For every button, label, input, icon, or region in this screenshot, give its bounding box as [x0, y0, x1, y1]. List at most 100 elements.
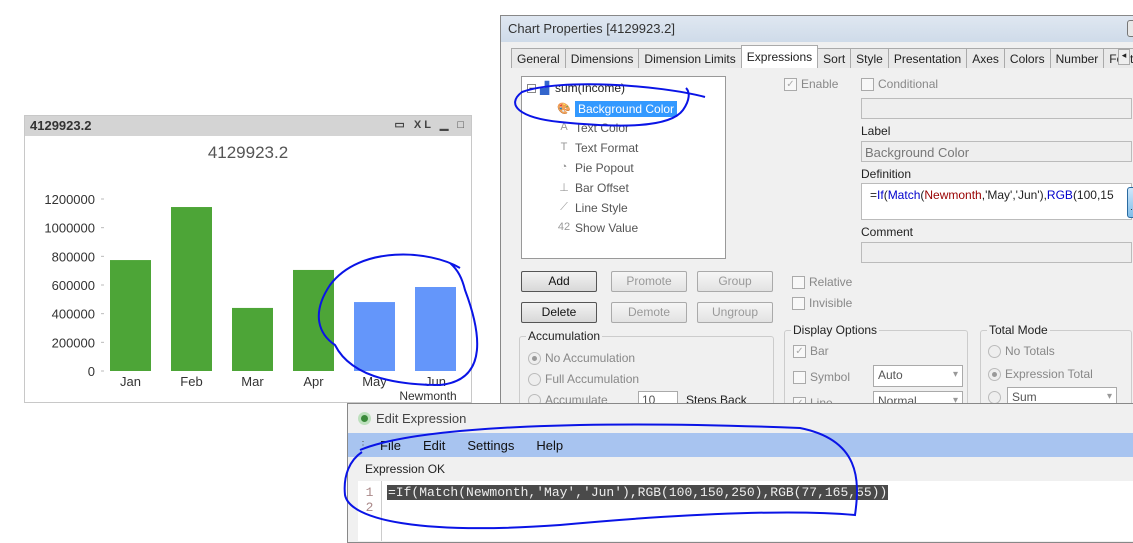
- comment-caption: Comment: [861, 225, 914, 239]
- tab-style[interactable]: Style: [850, 48, 889, 68]
- tab-number[interactable]: Number: [1049, 48, 1105, 68]
- menu-file[interactable]: File: [368, 438, 411, 453]
- tree-item-text-color[interactable]: A Text Color: [557, 121, 629, 135]
- invisible-checkbox[interactable]: Invisible: [792, 296, 852, 310]
- expression-editor[interactable]: 12 =If(Match(Newmonth,'May','Jun'),RGB(1…: [358, 481, 1133, 541]
- chart-window-title: 4129923.2: [30, 118, 92, 133]
- group-button[interactable]: Group: [697, 271, 773, 292]
- full-accumulation-radio[interactable]: Full Accumulation: [528, 372, 639, 386]
- chart-title: 4129923.2: [208, 143, 288, 162]
- conditional-checkbox[interactable]: Conditional: [861, 77, 938, 91]
- show-value-icon: 42: [557, 221, 571, 233]
- bar-checkbox[interactable]: ✓ Bar: [793, 344, 829, 358]
- close-icon[interactable]: ✕: [1127, 20, 1133, 37]
- x-axis-title: Newmonth: [399, 389, 456, 402]
- palette-icon: 🎨: [557, 103, 571, 115]
- y-tick-label: 800000: [52, 249, 95, 264]
- xl-export-icon[interactable]: XL: [414, 119, 434, 131]
- label-caption: Label: [861, 124, 891, 138]
- definition-input[interactable]: =If(Match(Newmonth,'May','Jun'),RGB(100,…: [861, 183, 1132, 220]
- bar-apr[interactable]: [293, 269, 334, 371]
- tree-item-pie-popout[interactable]: ◔ Pie Popout: [557, 161, 634, 175]
- y-tick-label: 0: [88, 364, 95, 379]
- tab-colors[interactable]: Colors: [1003, 48, 1051, 68]
- line-style-icon: ⟋: [560, 201, 568, 213]
- grip-icon: ⋮: [358, 439, 368, 451]
- bar-offset-icon: ⊥: [559, 182, 569, 194]
- tab-presentation[interactable]: Presentation: [887, 48, 968, 68]
- tab-dimension-limits[interactable]: Dimension Limits: [638, 48, 742, 68]
- x-tick-label: Feb: [180, 374, 202, 389]
- delete-button[interactable]: Delete: [521, 302, 597, 323]
- edit-expression-titlebar[interactable]: Edit Expression: [348, 404, 1133, 433]
- expression-code: =If(Match(Newmonth,'May','Jun'),RGB(100,…: [387, 485, 889, 500]
- tree-item-bar-offset[interactable]: ⊥ Bar Offset: [557, 181, 629, 195]
- tab-expressions[interactable]: Expressions: [740, 45, 819, 68]
- bar-feb[interactable]: [171, 207, 212, 371]
- chart-properties-dialog: Chart Properties [4129923.2]✕ GeneralDim…: [500, 15, 1133, 426]
- no-accumulation-radio[interactable]: No Accumulation: [528, 351, 635, 365]
- dialog-titlebar[interactable]: Chart Properties [4129923.2] ✕: [501, 16, 1133, 42]
- x-tick-label: Jun: [425, 374, 446, 389]
- menu-settings[interactable]: Settings: [455, 438, 524, 453]
- tab-scroll-left-icon[interactable]: ◂: [1118, 49, 1130, 65]
- bar-chart-icon: ▟: [540, 81, 550, 95]
- chart-window-titlebar[interactable]: 4129923.2 ▭ XL ▁ □: [25, 116, 471, 136]
- y-tick-label: 1200000: [44, 192, 95, 207]
- x-tick-label: Apr: [303, 374, 324, 389]
- minimize-icon[interactable]: ▁: [440, 119, 451, 131]
- collapse-icon[interactable]: −: [527, 84, 536, 93]
- display-options-title: Display Options: [791, 323, 880, 337]
- x-tick-label: Mar: [241, 374, 264, 389]
- dialog-title: Chart Properties [4129923.2]: [508, 21, 675, 36]
- y-tick-label: 200000: [52, 335, 95, 350]
- enable-checkbox[interactable]: ✓ Enable: [784, 77, 838, 91]
- tab-general[interactable]: General: [511, 48, 566, 68]
- tab-sort[interactable]: Sort: [817, 48, 852, 68]
- y-tick-label: 1000000: [44, 221, 95, 236]
- bar-mar[interactable]: [232, 307, 273, 371]
- edit-expression-title: Edit Expression: [376, 411, 467, 426]
- tab-axes[interactable]: Axes: [966, 48, 1005, 68]
- print-icon[interactable]: ▭: [394, 119, 407, 131]
- symbol-checkbox[interactable]: Symbol: [793, 370, 850, 384]
- demote-button[interactable]: Demote: [611, 302, 687, 323]
- bar-jun[interactable]: [415, 287, 456, 371]
- tree-item-text-format[interactable]: T Text Format: [557, 141, 639, 155]
- menu-help[interactable]: Help: [524, 438, 573, 453]
- menu-edit[interactable]: Edit: [411, 438, 455, 453]
- conditional-input[interactable]: [861, 98, 1132, 119]
- text-color-icon: A: [560, 121, 568, 133]
- comment-input[interactable]: [861, 242, 1132, 263]
- tree-root[interactable]: sum(Income): [555, 81, 625, 95]
- expression-total-radio[interactable]: Expression Total: [988, 367, 1093, 381]
- ungroup-button[interactable]: Ungroup: [697, 302, 773, 323]
- total-mode-title: Total Mode: [987, 323, 1050, 337]
- label-input[interactable]: Background Color: [861, 141, 1132, 162]
- add-button[interactable]: Add: [521, 271, 597, 292]
- maximize-icon[interactable]: □: [457, 119, 467, 131]
- tree-item-show-value[interactable]: 42 Show Value: [557, 221, 638, 235]
- tab-dimensions[interactable]: Dimensions: [564, 48, 640, 68]
- tree-item-line-style[interactable]: ⟋ Line Style: [557, 201, 628, 215]
- expression-tree: − ▟ sum(Income) 🎨 Background Color A Text C…: [521, 76, 726, 259]
- chart-window: 4129923.2 ▭ XL ▁ □ 4129923.2 0 200000 4000…: [24, 115, 472, 403]
- bar-may[interactable]: [354, 302, 395, 371]
- qlikview-logo-icon: [358, 412, 371, 425]
- promote-button[interactable]: Promote: [611, 271, 687, 292]
- bar-chart: 4129923.2 0 200000 400000 600000 800000 10000…: [44, 143, 456, 402]
- text-format-icon: T: [560, 141, 568, 153]
- edit-expression-button[interactable]: ...: [1127, 187, 1133, 218]
- tab-strip: General Dimensions Dimension Limits Express…: [511, 45, 1133, 68]
- symbol-dropdown[interactable]: Auto: [873, 365, 963, 387]
- expression-status: Expression OK: [365, 462, 446, 476]
- menu-bar: ⋮ File Edit Settings Help: [348, 433, 1133, 457]
- tree-item-background-color[interactable]: 🎨 Background Color: [557, 101, 678, 117]
- relative-checkbox[interactable]: Relative: [792, 275, 852, 289]
- accumulation-title: Accumulation: [526, 329, 603, 343]
- y-tick-label: 400000: [52, 307, 95, 322]
- no-totals-radio[interactable]: No Totals: [988, 344, 1055, 358]
- bar-jan[interactable]: [110, 260, 151, 371]
- line-number-gutter: 12: [358, 481, 382, 541]
- pie-popout-icon: ◔: [560, 161, 568, 173]
